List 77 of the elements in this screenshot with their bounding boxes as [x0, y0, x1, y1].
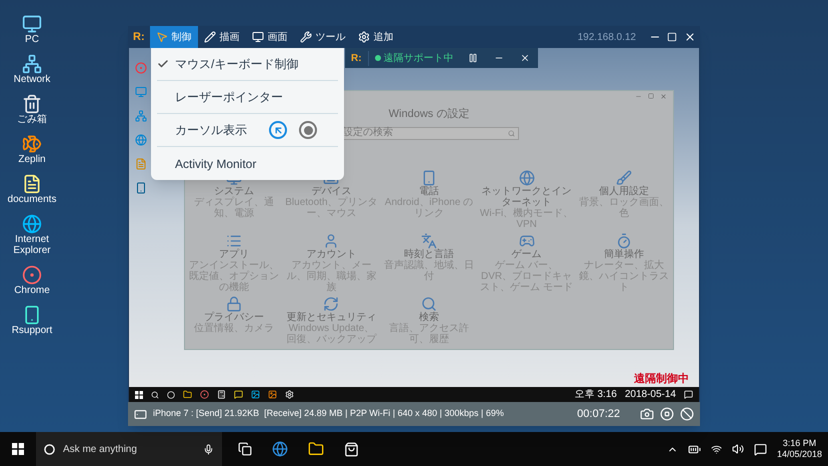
app-logo: R: — [132, 30, 146, 45]
shopping-bag-icon[interactable] — [344, 442, 359, 456]
settings-title: Windows の設定 — [388, 106, 470, 122]
fish-icon[interactable] — [22, 134, 42, 154]
desktop-icon-label[interactable]: Internet Explorer — [1, 234, 63, 256]
pencil-icon — [204, 31, 216, 43]
phone-icon — [134, 408, 147, 420]
stop-icon[interactable] — [660, 407, 674, 421]
close-icon[interactable] — [684, 31, 696, 43]
arrow-icon — [272, 124, 284, 136]
desktop-icon-label[interactable]: Rsupport — [12, 325, 52, 336]
folder-icon[interactable] — [183, 390, 192, 399]
phone-icon[interactable] — [135, 182, 147, 194]
image-icon[interactable] — [268, 390, 277, 399]
monitor-icon[interactable] — [22, 14, 42, 34]
microphone-icon[interactable] — [203, 444, 214, 454]
wifi-icon[interactable] — [710, 444, 722, 454]
battery-icon[interactable] — [688, 442, 701, 456]
toolbar-tab[interactable]: 追加 — [352, 26, 400, 48]
circle-icon[interactable] — [167, 390, 175, 398]
desktop-icon-label[interactable]: Chrome — [14, 285, 50, 296]
taskbar-time: 3:16 PM — [782, 438, 816, 449]
search-icon — [508, 130, 515, 136]
task-view-icon[interactable] — [238, 442, 252, 456]
circle-dot-icon[interactable] — [200, 390, 209, 399]
ban-icon[interactable] — [680, 407, 694, 421]
circle-dot-icon[interactable] — [22, 265, 42, 285]
calculator-icon[interactable] — [217, 390, 226, 399]
folder-icon[interactable] — [308, 441, 324, 457]
desktop-icon-label[interactable]: Zeplin — [18, 154, 46, 165]
desktop-icon-label[interactable]: ごみ箱 — [17, 114, 47, 125]
cortana-circle-icon — [44, 444, 55, 454]
close-icon[interactable] — [520, 53, 530, 63]
circle-dot-icon[interactable] — [135, 62, 147, 74]
chat-icon[interactable] — [234, 390, 243, 399]
connection-info: iPhone 7 : [Send] 21.92KB [Receive] 24.89 MB | P2P Wi-Fi | 640 x 480 | 300kbps | 69% — [153, 407, 504, 420]
remote-toolbar-logo: R: — [350, 52, 363, 66]
desktop-icon-label[interactable]: Network — [14, 74, 50, 85]
menu-item[interactable]: レーザーポインター — [175, 88, 283, 106]
desktop-icon-label[interactable]: documents — [8, 194, 56, 205]
image-icon[interactable] — [251, 390, 260, 399]
notification-icon[interactable] — [754, 442, 767, 456]
windows-logo-icon[interactable] — [12, 443, 24, 455]
taskbar-date: 14/05/2018 — [776, 449, 822, 460]
remote-support-status: 遠隔サポート中 — [368, 50, 460, 66]
desktop-icon-label[interactable]: PC — [25, 34, 39, 45]
search-icon[interactable] — [151, 390, 159, 398]
ip-address: 192.168.0.12 — [578, 30, 636, 44]
settings-icon — [358, 31, 370, 43]
pointer-icon — [156, 31, 168, 43]
toolbar-tab[interactable]: 制御 — [150, 26, 198, 48]
taskbar-search-field[interactable]: Ask me anything — [36, 432, 222, 466]
cursor-option[interactable] — [299, 121, 317, 139]
document-icon[interactable] — [22, 174, 42, 194]
menu-item[interactable]: マウス/キーボード制御 — [175, 55, 298, 73]
toolbar-tab[interactable]: 描画 — [198, 26, 246, 48]
settings-icon[interactable] — [285, 390, 294, 399]
remote-date: 2018-05-14 — [624, 390, 676, 400]
camera-icon[interactable] — [640, 407, 654, 421]
cursor-option[interactable] — [269, 121, 287, 139]
notification-icon[interactable] — [684, 390, 693, 399]
remote-clock: 오후 3:16 — [574, 390, 617, 400]
pause-icon[interactable] — [468, 53, 478, 63]
volume-icon[interactable] — [732, 443, 744, 455]
overlay-text: 遠隔制御中 — [634, 372, 689, 386]
menu-item[interactable]: Activity Monitor — [175, 154, 256, 172]
elapsed-time: 00:07:22 — [577, 406, 620, 422]
globe-icon[interactable] — [272, 441, 288, 457]
network-icon[interactable] — [22, 54, 42, 74]
menu-item[interactable]: カーソル表示 — [175, 121, 247, 139]
monitor-icon — [252, 31, 264, 43]
windows-logo-icon[interactable] — [135, 390, 143, 398]
globe-icon[interactable] — [22, 214, 42, 234]
toolbar-tab[interactable]: 画面 — [246, 26, 294, 48]
trash-icon[interactable] — [22, 94, 42, 114]
toolbar-tab[interactable]: ツール — [294, 26, 352, 48]
wrench-icon — [300, 31, 312, 43]
